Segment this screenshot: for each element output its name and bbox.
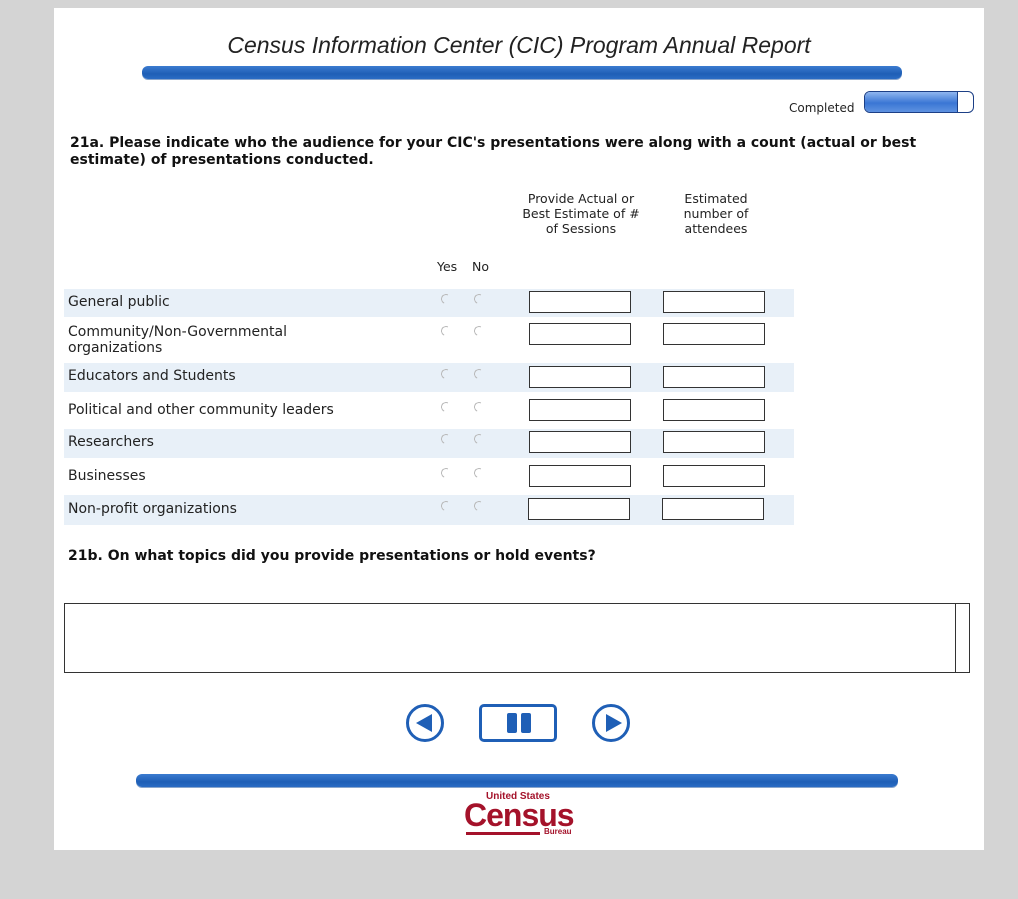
- audience-label: Community/Non-Governmental organizations: [68, 324, 287, 356]
- no-radio[interactable]: [472, 432, 486, 446]
- column-header-yes: Yes: [437, 259, 458, 274]
- no-radio[interactable]: [472, 324, 486, 338]
- audience-row-general-public: General public: [64, 289, 794, 317]
- attendees-input[interactable]: [662, 498, 764, 520]
- column-header-no: No: [472, 259, 489, 274]
- audience-label: Educators and Students: [68, 368, 236, 384]
- topics-textarea[interactable]: [64, 603, 970, 673]
- yes-radio[interactable]: [439, 292, 453, 306]
- footer-divider-bar: [136, 774, 898, 787]
- yes-radio[interactable]: [439, 324, 453, 338]
- arrow-left-icon: [416, 714, 432, 732]
- sessions-input[interactable]: [529, 323, 631, 345]
- question-21a: 21a. Please indicate who the audience fo…: [70, 135, 917, 168]
- attendees-input[interactable]: [663, 366, 765, 388]
- sessions-input[interactable]: [528, 498, 630, 520]
- attendees-input[interactable]: [663, 323, 765, 345]
- attendees-input[interactable]: [663, 291, 765, 313]
- column-header-sessions: Provide Actual or Best Estimate of # of …: [522, 191, 640, 236]
- sessions-input[interactable]: [529, 399, 631, 421]
- no-radio[interactable]: [472, 499, 486, 513]
- pause-button[interactable]: [479, 704, 557, 742]
- audience-label: Businesses: [68, 468, 146, 484]
- attendees-input[interactable]: [663, 399, 765, 421]
- audience-label: General public: [68, 294, 170, 310]
- no-radio[interactable]: [472, 367, 486, 381]
- attendees-input[interactable]: [663, 431, 765, 453]
- no-radio[interactable]: [472, 466, 486, 480]
- audience-label: Non-profit organizations: [68, 501, 237, 517]
- sessions-input[interactable]: [529, 291, 631, 313]
- audience-row-community-ngo: Community/Non-Governmental organizations: [64, 320, 794, 360]
- audience-row-non-profit: Non-profit organizations: [64, 495, 794, 525]
- yes-radio[interactable]: [439, 367, 453, 381]
- no-radio[interactable]: [472, 400, 486, 414]
- progress-bar: [864, 91, 974, 113]
- next-button[interactable]: [592, 704, 630, 742]
- arrow-right-icon: [606, 714, 622, 732]
- audience-row-researchers: Researchers: [64, 429, 794, 458]
- audience-row-businesses: Businesses: [64, 462, 794, 491]
- column-header-attendees: Estimated number of attendees: [683, 191, 749, 236]
- textarea-scrollbar[interactable]: [955, 604, 969, 672]
- sessions-input[interactable]: [529, 366, 631, 388]
- census-bureau-logo: United States Census Bureau: [464, 791, 575, 841]
- audience-row-political-leaders: Political and other community leaders: [64, 396, 794, 425]
- question-21b: 21b. On what topics did you provide pres…: [68, 548, 596, 564]
- header-divider-bar: [142, 66, 902, 79]
- yes-radio[interactable]: [439, 466, 453, 480]
- page-title: Census Information Center (CIC) Program …: [227, 32, 811, 58]
- yes-radio[interactable]: [439, 432, 453, 446]
- audience-label: Researchers: [68, 434, 154, 450]
- completed-label: Completed: [789, 101, 855, 115]
- yes-radio[interactable]: [439, 400, 453, 414]
- attendees-input[interactable]: [663, 465, 765, 487]
- previous-button[interactable]: [406, 704, 444, 742]
- survey-page: Census Information Center (CIC) Program …: [54, 8, 984, 850]
- sessions-input[interactable]: [529, 465, 631, 487]
- sessions-input[interactable]: [529, 431, 631, 453]
- audience-label: Political and other community leaders: [68, 402, 334, 418]
- no-radio[interactable]: [472, 292, 486, 306]
- audience-row-educators-students: Educators and Students: [64, 363, 794, 392]
- progress-fill: [865, 92, 958, 112]
- yes-radio[interactable]: [439, 499, 453, 513]
- logo-bottom-text: Bureau: [544, 827, 572, 836]
